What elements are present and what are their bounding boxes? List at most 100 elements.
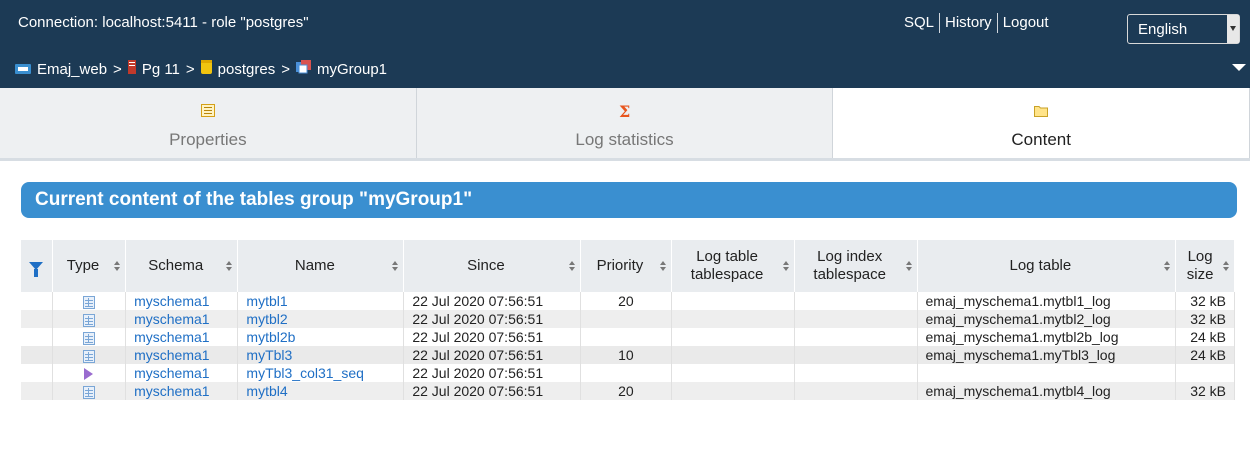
schema-cell[interactable]: myschema1 [125, 292, 239, 310]
header-priority[interactable]: Priority [580, 240, 673, 292]
tab-label: Log statistics [575, 130, 674, 149]
history-link[interactable]: History [945, 14, 992, 31]
log-table-tablespace-cell [671, 346, 795, 364]
log-table-cell: emaj_myschema1.mytbl1_log [917, 292, 1177, 310]
breadcrumb-group[interactable]: myGroup1 [317, 61, 387, 78]
priority-cell: 10 [580, 346, 673, 364]
content-table: Type Schema Name Since Priority Log tabl… [21, 240, 1235, 400]
table-icon [83, 385, 95, 399]
chevron-down-icon [1227, 15, 1239, 43]
log-index-tablespace-cell [794, 292, 918, 310]
collapse-caret-icon[interactable] [1232, 64, 1246, 71]
log-size-cell: 32 kB [1175, 292, 1235, 310]
row-spacer [21, 328, 53, 346]
log-table-cell [917, 364, 1177, 382]
row-spacer [21, 382, 53, 400]
logout-link[interactable]: Logout [1003, 14, 1049, 31]
connection-info: Connection: localhost:5411 - role "postg… [18, 14, 309, 31]
header-log-table[interactable]: Log table [917, 240, 1177, 292]
connection-host: localhost:5411 [102, 14, 198, 31]
since-cell: 22 Jul 2020 07:56:51 [403, 382, 581, 400]
sort-icon [114, 261, 121, 272]
log-table-cell: emaj_myschema1.myTbl3_log [917, 346, 1177, 364]
tab-label: Content [1011, 130, 1071, 149]
priority-cell [580, 328, 673, 346]
filter-icon[interactable] [29, 262, 44, 277]
schema-cell[interactable]: myschema1 [125, 364, 239, 382]
table-icon [83, 349, 95, 363]
header-log-table-tablespace[interactable]: Log table tablespace [671, 240, 795, 292]
sequence-icon [84, 368, 94, 381]
header-label: Type [66, 257, 100, 274]
header-type[interactable]: Type [52, 240, 127, 292]
breadcrumb-separator: > [185, 60, 195, 78]
breadcrumb-app[interactable]: Emaj_web [37, 61, 107, 78]
type-cell [52, 328, 127, 346]
schema-cell[interactable]: myschema1 [125, 346, 239, 364]
schema-cell[interactable]: myschema1 [125, 382, 239, 400]
log-index-tablespace-cell [794, 310, 918, 328]
priority-cell [580, 310, 673, 328]
breadcrumb: Emaj_web > Pg 11 > postgres > myGroup1 [15, 60, 387, 78]
log-table-tablespace-cell [671, 382, 795, 400]
breadcrumb-separator: > [113, 60, 122, 78]
header-label: Schema [148, 257, 204, 274]
filter-header[interactable] [21, 240, 53, 292]
tab-bar: Properties Σ Log statistics Content [0, 88, 1250, 161]
group-icon [295, 60, 311, 78]
sort-icon [782, 261, 789, 272]
table-row: myschema1 myTbl3_col31_seq 22 Jul 2020 0… [21, 364, 1235, 382]
header-log-size[interactable]: Log size [1175, 240, 1235, 292]
header-label: Priority [596, 257, 644, 274]
tab-properties[interactable]: Properties [0, 88, 417, 158]
table-row: myschema1 mytbl2b 22 Jul 2020 07:56:51 e… [21, 328, 1235, 346]
language-select[interactable]: English [1127, 14, 1240, 44]
header-label: Name [294, 257, 335, 274]
header-label: tablespace [813, 266, 886, 283]
schema-cell[interactable]: myschema1 [125, 328, 239, 346]
name-cell[interactable]: mytbl4 [237, 382, 405, 400]
schema-cell[interactable]: myschema1 [125, 310, 239, 328]
log-size-cell: 32 kB [1175, 310, 1235, 328]
log-table-tablespace-cell [671, 310, 795, 328]
name-cell[interactable]: mytbl1 [237, 292, 405, 310]
breadcrumb-server[interactable]: Pg 11 [142, 61, 180, 78]
name-cell[interactable]: mytbl2 [237, 310, 405, 328]
section-title: Current content of the tables group "myG… [21, 182, 1237, 218]
breadcrumb-database[interactable]: postgres [218, 61, 276, 78]
name-cell[interactable]: myTbl3 [237, 346, 405, 364]
header-label: tablespace [690, 266, 764, 283]
type-cell [52, 292, 127, 310]
sigma-icon: Σ [618, 102, 632, 121]
name-cell[interactable]: mytbl2b [237, 328, 405, 346]
connection-role: - role "postgres" [202, 14, 309, 31]
log-table-tablespace-cell [671, 328, 795, 346]
log-table-tablespace-cell [671, 292, 795, 310]
tab-content[interactable]: Content [833, 88, 1250, 158]
table-row: myschema1 mytbl1 22 Jul 2020 07:56:51 20… [21, 292, 1235, 310]
log-table-tablespace-cell [671, 364, 795, 382]
since-cell: 22 Jul 2020 07:56:51 [403, 364, 581, 382]
name-cell[interactable]: myTbl3_col31_seq [237, 364, 405, 382]
header-schema[interactable]: Schema [125, 240, 239, 292]
header-name[interactable]: Name [237, 240, 405, 292]
priority-cell: 20 [580, 292, 673, 310]
header-since[interactable]: Since [403, 240, 581, 292]
header-log-index-tablespace[interactable]: Log index tablespace [794, 240, 918, 292]
server-icon [127, 60, 136, 78]
row-spacer [21, 292, 53, 310]
header-label: size [1186, 266, 1214, 283]
type-cell [52, 310, 127, 328]
header-label: Since [467, 257, 505, 274]
top-bar: Connection: localhost:5411 - role "postg… [0, 0, 1250, 88]
type-cell [52, 346, 127, 364]
sql-link[interactable]: SQL [904, 14, 934, 31]
since-cell: 22 Jul 2020 07:56:51 [403, 328, 581, 346]
connection-prefix: Connection: [18, 14, 99, 31]
row-spacer [21, 364, 53, 382]
priority-cell: 20 [580, 382, 673, 400]
sort-icon [660, 261, 667, 272]
tab-label: Properties [169, 130, 247, 149]
type-cell [52, 382, 127, 400]
tab-log-statistics[interactable]: Σ Log statistics [416, 88, 834, 158]
